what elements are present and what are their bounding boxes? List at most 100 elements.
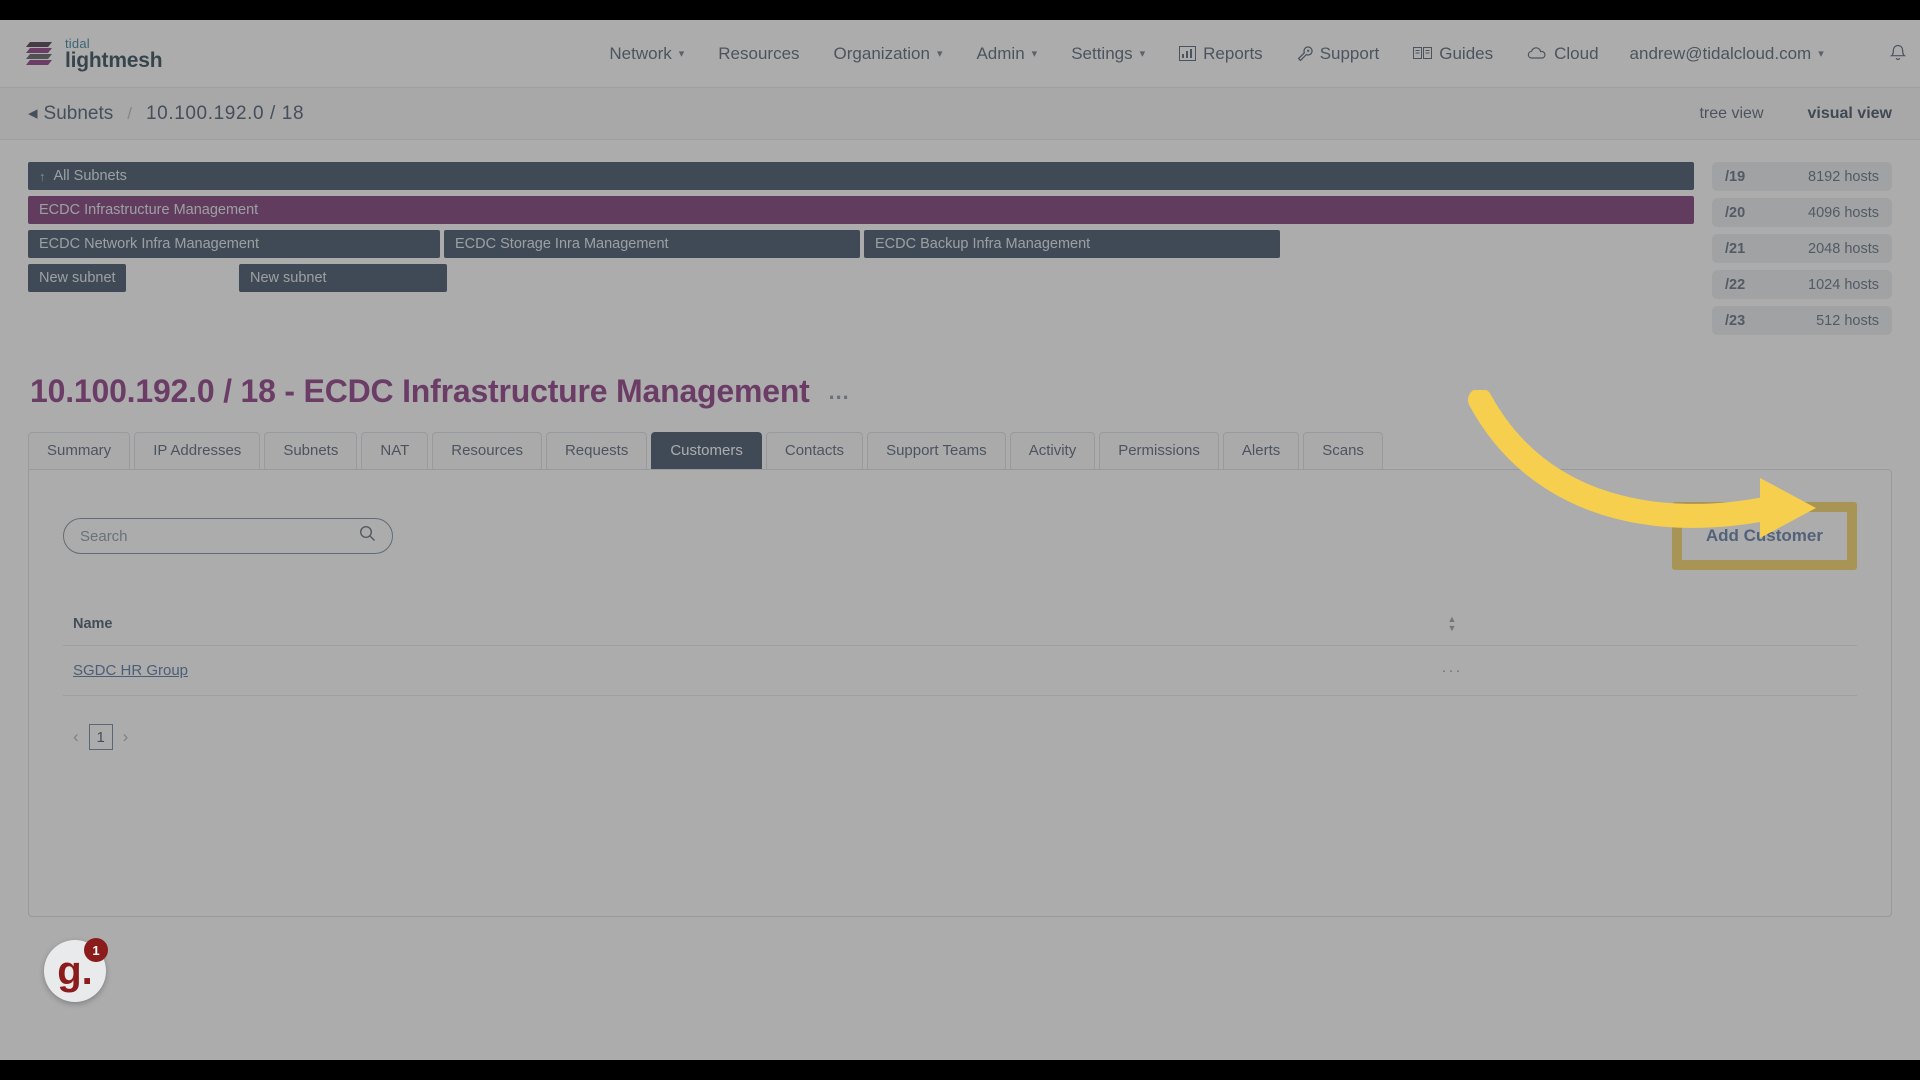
table-header-row: Name ▲ ▼ [63,614,1857,646]
widget-notification-badge: 1 [84,938,108,962]
cidr-legend: /19 8192 hosts /20 4096 hosts /21 2048 h… [1712,162,1892,335]
brand-logo[interactable]: tidal lightmesh [26,37,163,72]
nav-item-reports[interactable]: Reports [1162,36,1280,72]
customer-name-cell: SGDC HR Group [63,645,1417,696]
page-title-text: 10.100.192.0 / 18 - ECDC Infrastructure … [30,373,810,409]
nav-item-resources[interactable]: Resources [701,36,816,72]
pagination-next-button[interactable]: › [123,727,129,747]
tree-view-toggle[interactable]: tree view [1699,105,1763,123]
cidr-mask: /19 [1725,168,1746,185]
nav-item-support[interactable]: Support [1280,36,1397,72]
subnet-bar-label: All Subnets [53,168,127,184]
subnet-bar-child-backup[interactable]: ECDC Backup Infra Management [864,230,1280,258]
tab-resources[interactable]: Resources [432,432,542,469]
breadcrumb-bar: ◂ Subnets / 10.100.192.0 / 18 tree view … [0,88,1920,140]
tab-nat[interactable]: NAT [361,432,429,469]
nav-item-settings[interactable]: Settings ▾ [1054,36,1162,72]
nav-label: Guides [1439,43,1494,63]
tab-summary[interactable]: Summary [28,432,131,469]
column-sort-control[interactable]: ▲ ▼ [1417,614,1477,646]
nav-item-network[interactable]: Network ▾ [592,36,701,72]
user-menu[interactable]: andrew@tidalcloud.com ▾ [1616,36,1838,72]
breadcrumb-back-link[interactable]: ◂ Subnets [28,102,113,125]
sort-ascending-icon: ▲ [1447,614,1457,624]
cidr-pill-23[interactable]: /23 512 hosts [1712,306,1892,335]
search-icon[interactable] [359,525,376,547]
customer-link[interactable]: SGDC HR Group [73,662,188,679]
pagination-prev-button[interactable]: ‹ [73,727,79,747]
tab-requests[interactable]: Requests [545,432,648,469]
cidr-mask: /20 [1725,204,1746,221]
top-navigation-bar: tidal lightmesh Network ▾ Resources Orga… [0,20,1920,88]
book-icon [1413,46,1433,61]
tab-permissions[interactable]: Permissions [1099,432,1219,469]
table-row[interactable]: SGDC HR Group ··· [63,645,1857,696]
wrench-icon [1297,45,1313,62]
cidr-mask: /21 [1725,240,1746,257]
subnet-children-row: ECDC Network Infra Management ECDC Stora… [28,230,1694,258]
bell-icon [1889,44,1907,63]
add-customer-button[interactable]: Add Customer [1681,512,1847,560]
nav-item-organization[interactable]: Organization ▾ [817,36,960,72]
notifications-button[interactable] [1872,36,1920,71]
subnet-bar-label: ECDC Network Infra Management [39,236,259,252]
chevron-down-icon: ▾ [1139,48,1146,60]
subnet-bar-parent[interactable]: ECDC Infrastructure Management [28,196,1694,224]
sort-arrows-icon[interactable]: ▲ ▼ [1427,614,1477,633]
panel-toolbar: Add Customer [63,502,1857,570]
pagination: ‹ 1 › [63,724,1857,750]
nav-label: Reports [1203,43,1263,63]
nav-label: Cloud [1554,43,1599,63]
user-email: andrew@tidalcloud.com [1629,43,1812,63]
cloud-icon [1527,46,1547,61]
subnet-bar-all-subnets[interactable]: ↑ All Subnets [28,162,1694,190]
chevron-down-icon: ▾ [1031,48,1038,60]
tab-scans[interactable]: Scans [1303,432,1383,469]
cidr-pill-19[interactable]: /19 8192 hosts [1712,162,1892,191]
tab-subnets[interactable]: Subnets [264,432,358,469]
new-subnet-label: New subnet [250,270,327,286]
chevron-down-icon: ▾ [936,48,943,60]
cidr-pill-20[interactable]: /20 4096 hosts [1712,198,1892,227]
row-actions-menu[interactable]: ··· [1417,645,1477,696]
column-header-name[interactable]: Name [63,616,1417,646]
cidr-pill-21[interactable]: /21 2048 hosts [1712,234,1892,263]
breadcrumb-back-label: Subnets [43,102,114,124]
nav-item-admin[interactable]: Admin ▾ [959,36,1054,72]
new-subnet-slot-2[interactable]: New subnet [239,264,447,292]
tab-support-teams[interactable]: Support Teams [867,432,1006,469]
cidr-hosts: 2048 hosts [1808,240,1879,257]
page-title: 10.100.192.0 / 18 - ECDC Infrastructure … [30,373,1892,410]
help-widget[interactable]: g. 1 [44,938,108,1002]
customers-table: Name ▲ ▼ SGDC HR Group ··· [63,614,1857,696]
visual-view-toggle[interactable]: visual view [1808,105,1893,123]
tab-activity[interactable]: Activity [1009,432,1096,469]
breadcrumb-separator: / [127,103,133,123]
tab-bar: Summary IP Addresses Subnets NAT Resourc… [28,432,1892,469]
sort-descending-icon: ▼ [1447,623,1457,633]
chevron-down-icon: ▾ [1818,48,1824,60]
cidr-pill-22[interactable]: /22 1024 hosts [1712,270,1892,299]
new-subnet-slot-1[interactable]: New subnet [28,264,126,292]
chevron-down-icon: ▾ [678,48,685,60]
subnet-bar-child-network[interactable]: ECDC Network Infra Management [28,230,440,258]
nav-label: Resources [718,43,800,63]
search-input[interactable] [80,527,359,545]
nav-item-cloud[interactable]: Cloud [1510,36,1615,72]
cidr-hosts: 1024 hosts [1808,276,1879,293]
cidr-hosts: 512 hosts [1816,312,1879,329]
view-toggle: tree view visual view [1699,105,1892,123]
tab-contacts[interactable]: Contacts [765,432,864,469]
tab-ip-addresses[interactable]: IP Addresses [134,432,261,469]
pagination-page-1[interactable]: 1 [88,724,113,750]
nav-item-guides[interactable]: Guides [1396,36,1510,72]
brand-line-2: lightmesh [65,48,163,72]
back-arrow-icon: ◂ [28,103,38,124]
new-subnet-label: New subnet [39,270,116,286]
page-title-menu-button[interactable]: … [828,379,852,405]
tab-customers[interactable]: Customers [651,432,762,469]
subnet-bar-child-storage[interactable]: ECDC Storage Inra Management [444,230,860,258]
lightmesh-logo-icon [26,38,56,70]
tab-alerts[interactable]: Alerts [1222,432,1300,469]
search-box[interactable] [63,518,393,554]
